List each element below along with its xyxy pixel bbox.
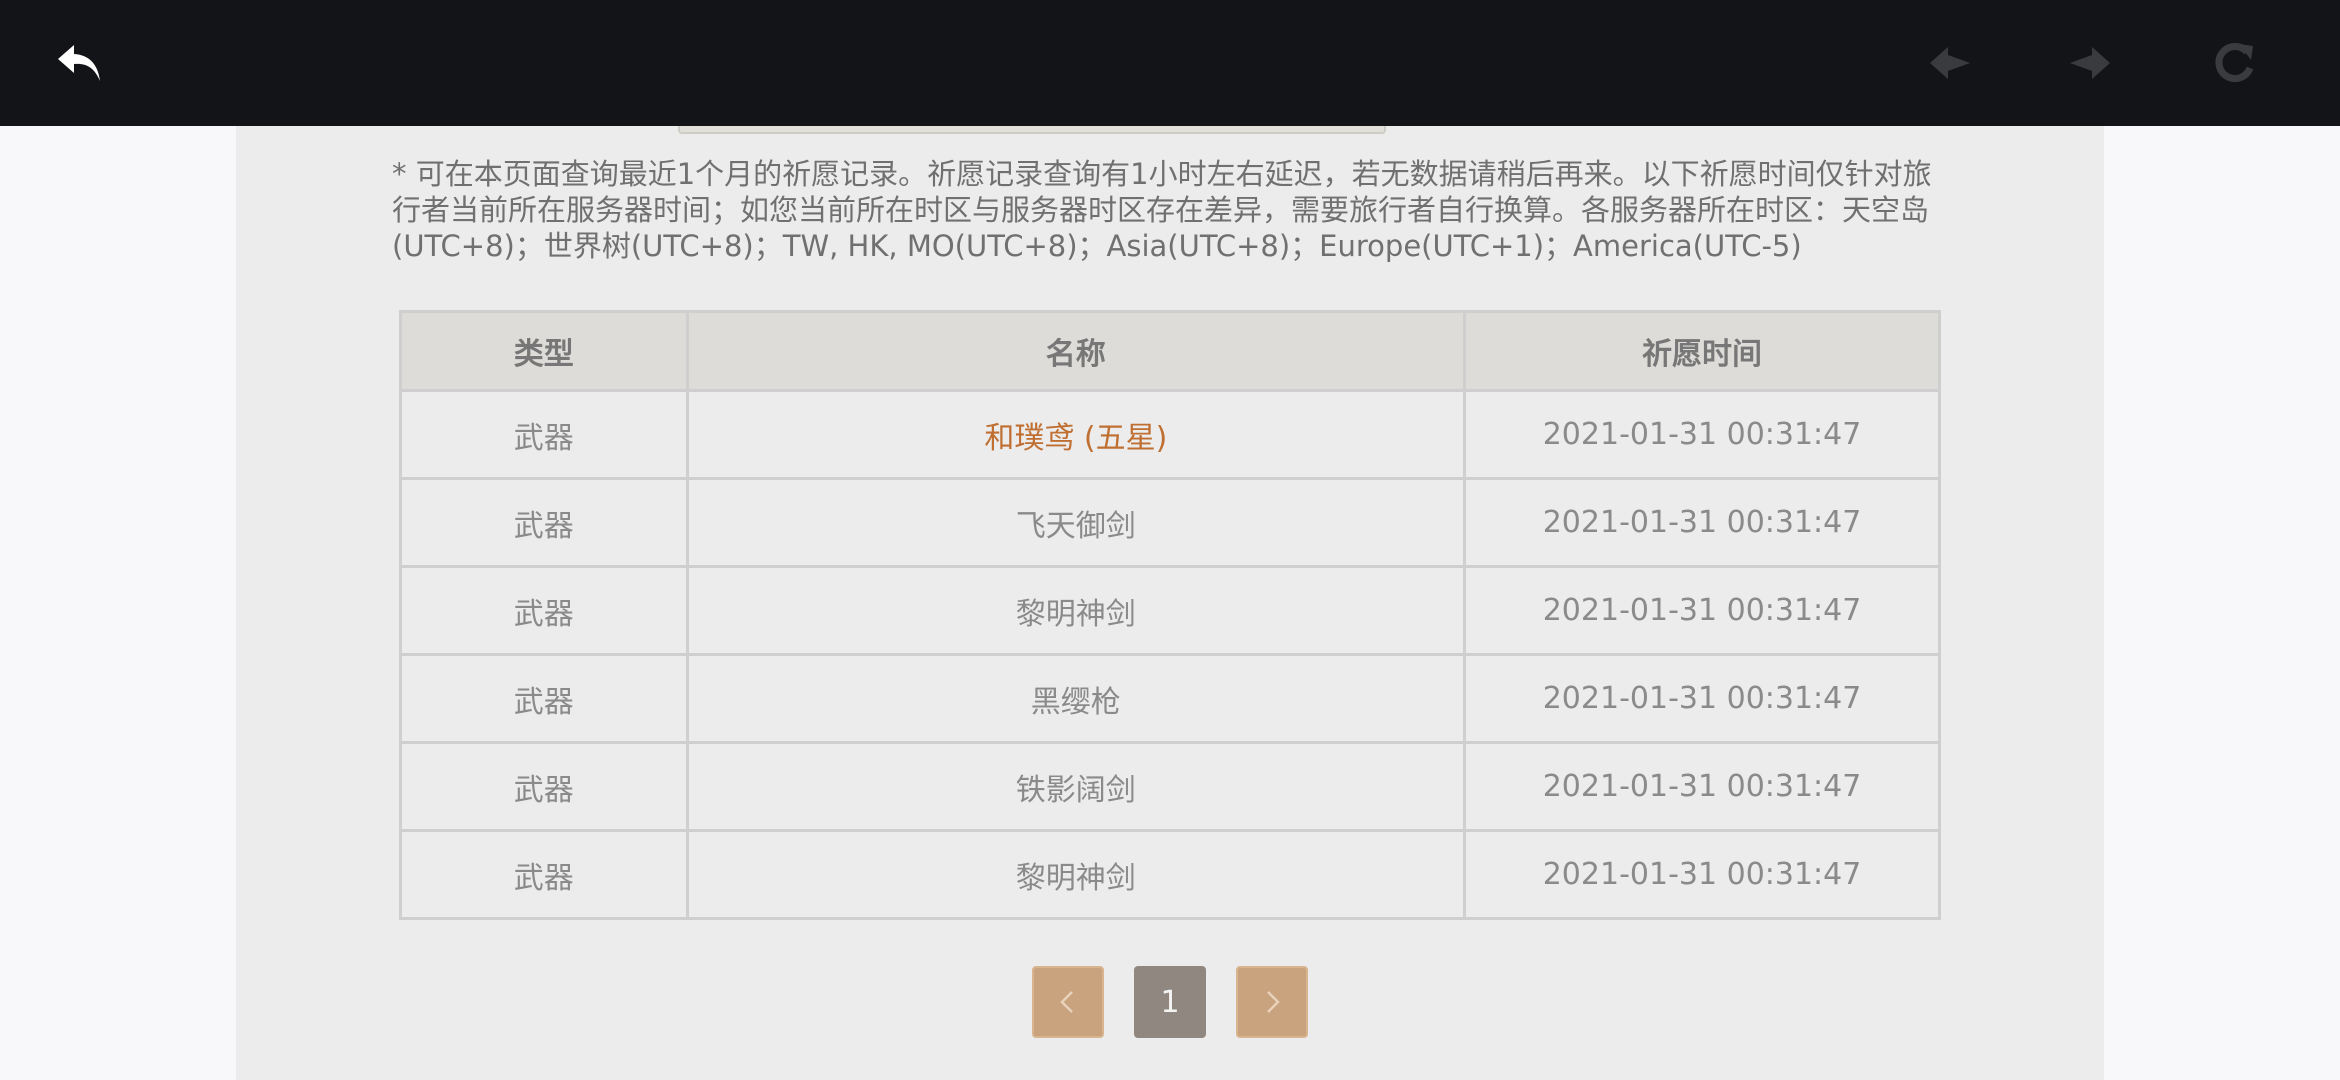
pagination-prev-button[interactable] [1032, 966, 1104, 1038]
cell-type: 武器 [399, 653, 689, 744]
timezone-notice: * 可在本页面查询最近1个月的祈愿记录。祈愿记录查询有1小时左右延迟，若无数据请… [392, 157, 1932, 263]
panel-tab-edge [678, 126, 1386, 134]
previous-page-button[interactable] [1910, 23, 1990, 103]
header-name: 名称 [685, 310, 1467, 392]
chevron-left-icon [1060, 991, 1073, 1013]
header-type: 类型 [399, 310, 689, 392]
back-button[interactable] [40, 23, 120, 103]
cell-type: 武器 [399, 565, 689, 656]
table-row: 武器 飞天御剑 2021-01-31 00:31:47 [399, 477, 1941, 568]
chevron-right-icon [1267, 991, 1280, 1013]
cell-name: 黑缨枪 [685, 653, 1467, 744]
cell-name: 黎明神剑 [685, 829, 1467, 920]
pagination-current-page[interactable]: 1 [1134, 966, 1206, 1038]
cell-time: 2021-01-31 00:31:47 [1463, 565, 1941, 656]
refresh-icon [2215, 43, 2254, 83]
cell-time: 2021-01-31 00:31:47 [1463, 829, 1941, 920]
table-row: 武器 黎明神剑 2021-01-31 00:31:47 [399, 829, 1941, 920]
cell-time: 2021-01-31 00:31:47 [1463, 741, 1941, 832]
cell-name: 和璞鸢 (五星) [685, 389, 1467, 480]
table-header-row: 类型 名称 祈愿时间 [399, 310, 1941, 392]
cell-name: 铁影阔剑 [685, 741, 1467, 832]
cell-name: 飞天御剑 [685, 477, 1467, 568]
top-navigation-bar [0, 0, 2340, 126]
pagination-next-button[interactable] [1236, 966, 1308, 1038]
cell-type: 武器 [399, 741, 689, 832]
cell-type: 武器 [399, 829, 689, 920]
header-time: 祈愿时间 [1463, 310, 1941, 392]
next-icon [2070, 47, 2110, 79]
table-row: 武器 和璞鸢 (五星) 2021-01-31 00:31:47 [399, 389, 1941, 480]
cell-type: 武器 [399, 389, 689, 480]
cell-time: 2021-01-31 00:31:47 [1463, 477, 1941, 568]
back-arrow-icon [58, 45, 100, 81]
cell-type: 武器 [399, 477, 689, 568]
wish-history-panel: * 可在本页面查询最近1个月的祈愿记录。祈愿记录查询有1小时左右延迟，若无数据请… [236, 126, 2104, 1080]
pagination: 1 [236, 966, 2104, 1038]
cell-name: 黎明神剑 [685, 565, 1467, 656]
refresh-button[interactable] [2194, 23, 2274, 103]
wish-records-table: 类型 名称 祈愿时间 武器 和璞鸢 (五星) 2021-01-31 00:31:… [399, 310, 1941, 920]
next-page-button[interactable] [2050, 23, 2130, 103]
table-row: 武器 黎明神剑 2021-01-31 00:31:47 [399, 565, 1941, 656]
cell-time: 2021-01-31 00:31:47 [1463, 653, 1941, 744]
table-row: 武器 铁影阔剑 2021-01-31 00:31:47 [399, 741, 1941, 832]
previous-icon [1930, 47, 1970, 79]
cell-time: 2021-01-31 00:31:47 [1463, 389, 1941, 480]
table-row: 武器 黑缨枪 2021-01-31 00:31:47 [399, 653, 1941, 744]
